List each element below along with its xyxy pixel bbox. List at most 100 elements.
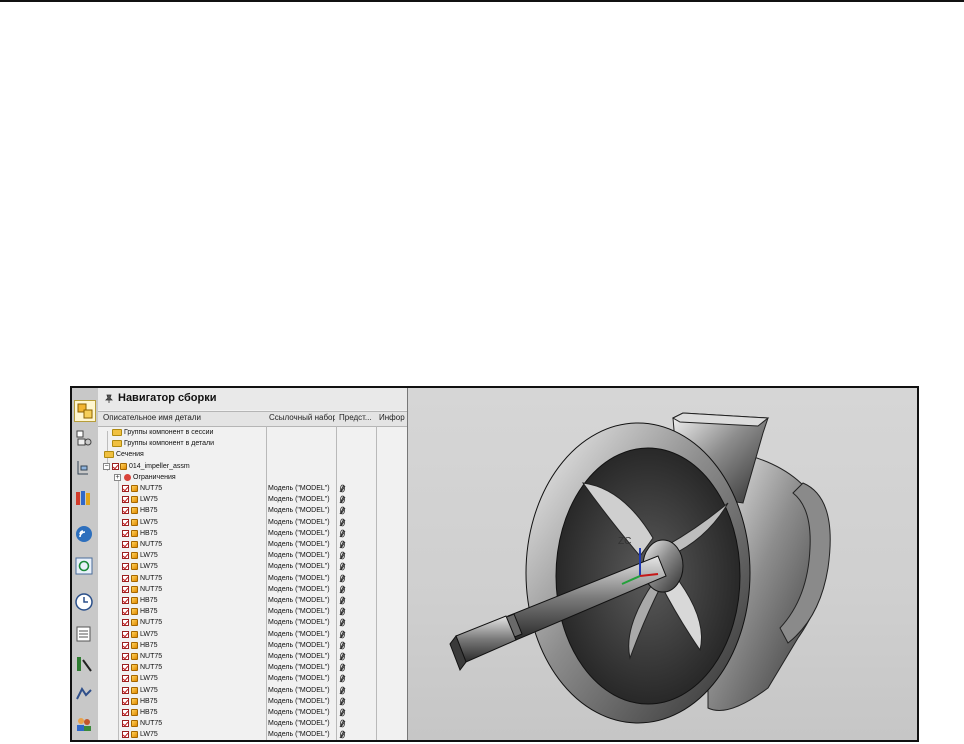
part-navigator-tab[interactable] bbox=[74, 458, 96, 480]
tree-row[interactable]: HB75 Модель ("MODEL") bbox=[98, 528, 407, 539]
column-header-info[interactable]: Инфор bbox=[379, 413, 405, 422]
process-studio-tab[interactable] bbox=[74, 624, 96, 646]
visibility-checkbox[interactable] bbox=[122, 664, 129, 672]
visibility-checkbox[interactable] bbox=[122, 653, 129, 660]
tree-row[interactable]: HB75 Модель ("MODEL") bbox=[98, 640, 407, 651]
tree-row[interactable]: NUT75 Модель ("MODEL") bbox=[98, 539, 407, 550]
visibility-checkbox[interactable] bbox=[122, 507, 129, 515]
reference-set: Модель ("MODEL") bbox=[268, 675, 330, 683]
constraint-navigator-tab[interactable] bbox=[74, 428, 96, 450]
representation-icon bbox=[339, 641, 346, 650]
tree-row[interactable]: Сечения bbox=[98, 449, 407, 460]
reference-set: Модель ("MODEL") bbox=[268, 496, 330, 504]
tree-row[interactable]: HB75 Модель ("MODEL") bbox=[98, 696, 407, 707]
tree-row[interactable]: NUT75 Модель ("MODEL") bbox=[98, 573, 407, 584]
visibility-checkbox[interactable] bbox=[122, 697, 129, 705]
tree-row[interactable]: + Ограничения bbox=[98, 472, 407, 483]
tree-row[interactable]: LW75 Модель ("MODEL") bbox=[98, 673, 407, 684]
tree-row[interactable]: NUT75 Модель ("MODEL") bbox=[98, 584, 407, 595]
component-icon bbox=[131, 653, 138, 660]
tree-row[interactable]: Группы компонент в детали bbox=[98, 438, 407, 449]
collapse-toggle[interactable]: − bbox=[103, 462, 110, 470]
expand-toggle[interactable]: + bbox=[114, 473, 121, 481]
axis-label-zc: ZC bbox=[618, 536, 631, 547]
assembly-navigator-tab[interactable] bbox=[74, 400, 96, 422]
reuse-library-tab[interactable] bbox=[74, 488, 96, 510]
refresh-icon bbox=[75, 557, 93, 575]
column-header-name[interactable]: Описательное имя детали bbox=[103, 413, 263, 422]
visibility-checkbox[interactable] bbox=[122, 585, 129, 593]
visibility-checkbox[interactable] bbox=[122, 485, 129, 492]
resource-bar bbox=[72, 388, 99, 740]
tree-row[interactable]: NUT75 Модель ("MODEL") bbox=[98, 617, 407, 628]
visibility-checkbox[interactable] bbox=[122, 686, 129, 694]
system-clock-tab[interactable] bbox=[74, 592, 96, 614]
tree-row[interactable]: NUT75 Модель ("MODEL") bbox=[98, 718, 407, 729]
tree-row[interactable]: HB75 Модель ("MODEL") bbox=[98, 595, 407, 606]
assembly-navigator-icon bbox=[77, 403, 93, 419]
column-header: Описательное имя детали Ссылочный набор … bbox=[98, 411, 407, 427]
reference-set: Модель ("MODEL") bbox=[268, 529, 330, 537]
visibility-checkbox[interactable] bbox=[122, 541, 129, 548]
reference-set: Модель ("MODEL") bbox=[268, 641, 330, 649]
reuse-library-icon bbox=[76, 491, 90, 505]
visibility-checkbox[interactable] bbox=[122, 608, 129, 616]
graphics-window[interactable]: ZC bbox=[408, 388, 917, 740]
visibility-checkbox[interactable] bbox=[122, 563, 129, 571]
tree-row[interactable]: LW75 Модель ("MODEL") bbox=[98, 517, 407, 528]
reference-set: Модель ("MODEL") bbox=[268, 541, 330, 548]
list-icon bbox=[76, 626, 91, 642]
clock-icon bbox=[75, 593, 93, 611]
component-name: LW75 bbox=[140, 552, 158, 560]
assembly-navigator-panel: Навигатор сборки Описательное имя детали… bbox=[98, 388, 408, 740]
component-icon bbox=[131, 563, 138, 571]
users-tab[interactable] bbox=[74, 714, 96, 736]
visibility-checkbox[interactable] bbox=[122, 720, 129, 728]
folder-icon bbox=[104, 451, 114, 459]
visibility-checkbox[interactable] bbox=[122, 529, 129, 537]
tree-row[interactable]: HB75 Модель ("MODEL") bbox=[98, 606, 407, 617]
page-top-rule bbox=[0, 0, 964, 2]
reference-set: Модель ("MODEL") bbox=[268, 574, 330, 582]
component-name: NUT75 bbox=[140, 574, 163, 582]
visibility-checkbox[interactable] bbox=[122, 619, 129, 627]
component-icon bbox=[131, 518, 138, 526]
visibility-checkbox[interactable] bbox=[122, 675, 129, 683]
pin-icon[interactable] bbox=[105, 394, 113, 403]
tree-row[interactable]: LW75 Модель ("MODEL") bbox=[98, 550, 407, 561]
tree-row[interactable]: − 014_impeller_assm bbox=[98, 461, 407, 472]
column-header-representation[interactable]: Предст... bbox=[339, 413, 375, 422]
tree-row[interactable]: LW75 Модель ("MODEL") bbox=[98, 629, 407, 640]
history-tab[interactable] bbox=[74, 556, 96, 578]
tree-row[interactable]: LW75 Модель ("MODEL") bbox=[98, 561, 407, 572]
manufacturing-wizard-tab[interactable] bbox=[74, 654, 96, 676]
visibility-checkbox[interactable] bbox=[122, 574, 129, 582]
visibility-checkbox[interactable] bbox=[122, 709, 129, 716]
visibility-checkbox[interactable] bbox=[122, 518, 129, 526]
visibility-checkbox[interactable] bbox=[112, 462, 119, 470]
component-name: LW75 bbox=[140, 675, 158, 683]
component-name: NUT75 bbox=[140, 664, 163, 672]
tree-row[interactable]: Группы компонент в сессии bbox=[98, 427, 407, 438]
visibility-checkbox[interactable] bbox=[122, 630, 129, 638]
tree-row[interactable]: NUT75 Модель ("MODEL") bbox=[98, 651, 407, 662]
representation-icon bbox=[339, 730, 346, 739]
column-header-refset[interactable]: Ссылочный набор bbox=[269, 413, 335, 422]
component-icon bbox=[131, 507, 138, 515]
tree-row[interactable]: NUT75 Модель ("MODEL") bbox=[98, 483, 407, 494]
tree-row[interactable]: HB75 Модель ("MODEL") bbox=[98, 707, 407, 718]
tree-row[interactable]: LW75 Модель ("MODEL") bbox=[98, 685, 407, 696]
visibility-checkbox[interactable] bbox=[122, 641, 129, 649]
visibility-checkbox[interactable] bbox=[122, 597, 129, 604]
web-browser-tab[interactable] bbox=[74, 524, 96, 546]
visibility-checkbox[interactable] bbox=[122, 552, 129, 560]
visibility-checkbox[interactable] bbox=[122, 496, 129, 504]
tree-row[interactable]: LW75 Модель ("MODEL") bbox=[98, 494, 407, 505]
roles-tab[interactable] bbox=[74, 684, 96, 706]
component-icon bbox=[131, 630, 138, 638]
tree-row[interactable]: NUT75 Модель ("MODEL") bbox=[98, 662, 407, 673]
tree-row[interactable]: LW75 Модель ("MODEL") bbox=[98, 729, 407, 740]
reference-set: Модель ("MODEL") bbox=[268, 709, 330, 716]
visibility-checkbox[interactable] bbox=[122, 731, 129, 739]
tree-row[interactable]: HB75 Модель ("MODEL") bbox=[98, 505, 407, 516]
